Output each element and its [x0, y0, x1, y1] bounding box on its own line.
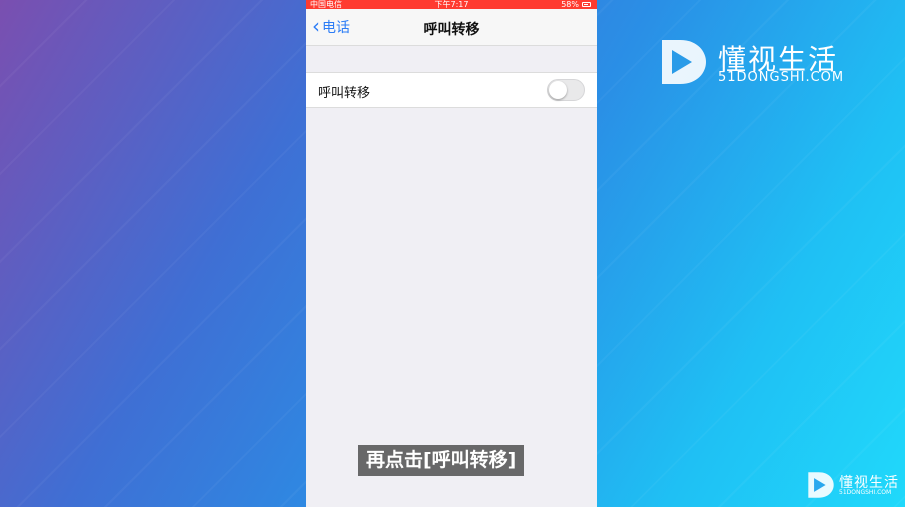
watermark-logo-small: 懂视生活 51DONGSHI.COM — [806, 470, 902, 500]
call-forwarding-cell: 呼叫转移 — [306, 72, 597, 108]
toggle-knob — [549, 81, 567, 99]
phone-screen: 中国电信 下午7:17 58% ‹ 电话 呼叫转移 呼叫转移 — [306, 0, 597, 507]
call-forwarding-label: 呼叫转移 — [318, 86, 371, 101]
page-title: 呼叫转移 — [423, 22, 480, 38]
battery-icon — [582, 2, 591, 7]
logo-d-small-icon — [808, 472, 834, 498]
status-bar: 中国电信 下午7:17 58% — [306, 0, 597, 9]
logo-d-icon — [662, 40, 706, 84]
status-time: 下午7:17 — [434, 0, 469, 9]
video-subtitle: 再点击[呼叫转移] — [358, 445, 525, 476]
battery-percent: 58% — [561, 0, 579, 9]
navigation-bar: ‹ 电话 呼叫转移 — [306, 9, 597, 46]
watermark-domain: 51DONGSHI.COM — [718, 70, 845, 85]
watermark-logo: 懂视生活 51DONGSHI.COM — [658, 36, 858, 88]
call-forwarding-toggle[interactable] — [547, 79, 585, 101]
watermark-small-domain: 51DONGSHI.COM — [839, 489, 892, 496]
